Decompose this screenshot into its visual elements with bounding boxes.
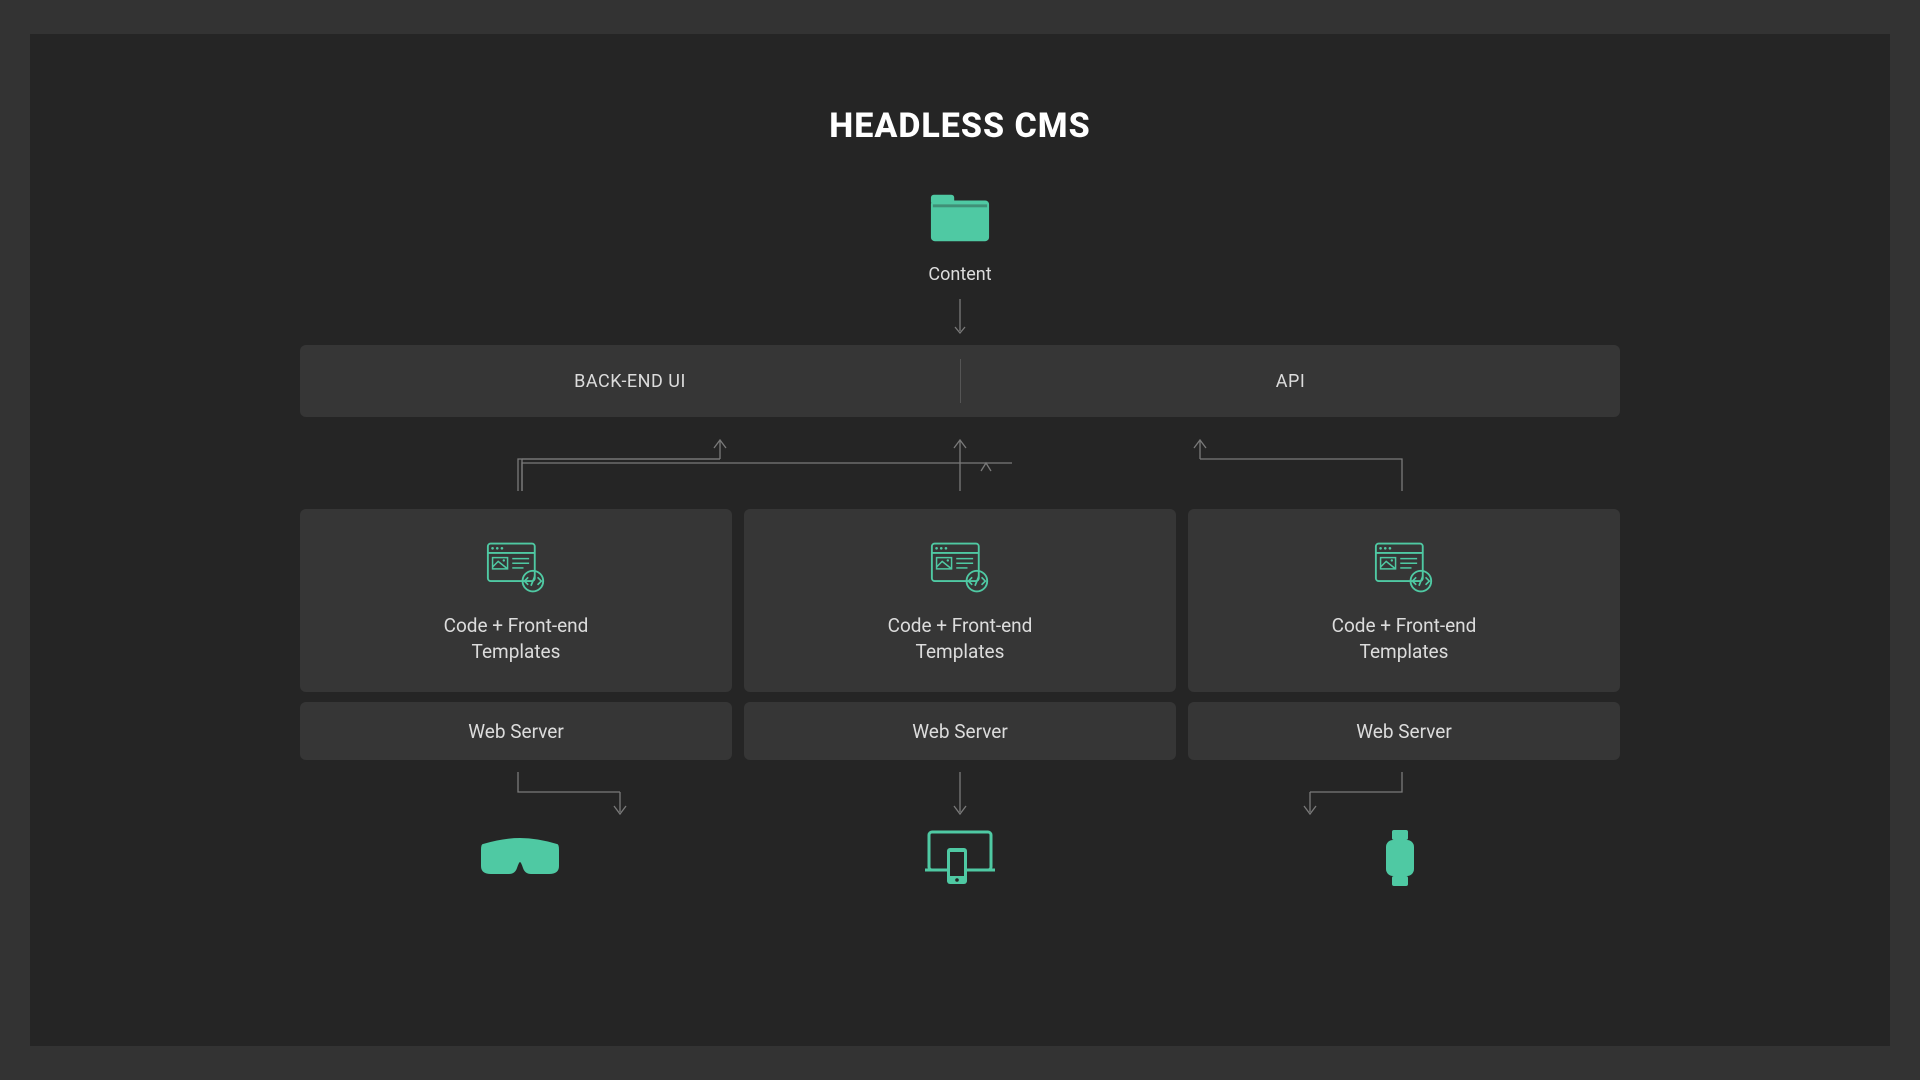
webserver-3: Web Server	[1188, 702, 1620, 760]
template-card-3: Code + Front-end Templates	[1188, 509, 1620, 692]
webserver-1: Web Server	[300, 702, 732, 760]
template-code-icon	[486, 541, 546, 593]
arrow-content-to-backend	[953, 299, 967, 339]
folder-icon	[929, 188, 991, 244]
template-card-3-label: Code + Front-end Templates	[1332, 613, 1477, 664]
device-row	[300, 828, 1620, 888]
template-card-2: Code + Front-end Templates	[744, 509, 1176, 692]
backend-ui-label: BACK-END UI	[300, 371, 960, 392]
template-card-1-label: Code + Front-end Templates	[444, 613, 589, 664]
card-2-line2: Templates	[916, 640, 1005, 663]
diagram-title: HEADLESS CMS	[829, 106, 1090, 146]
template-code-icon	[1374, 541, 1434, 593]
diagram-canvas: HEADLESS CMS Content BACK-END UI API	[30, 34, 1890, 1046]
arrows-webserver-to-devices	[300, 772, 1620, 818]
arrows-templates-to-backend	[300, 435, 1620, 491]
card-3-line1: Code + Front-end	[1332, 614, 1477, 637]
backend-api-label: API	[961, 371, 1620, 392]
card-1-line1: Code + Front-end	[444, 614, 589, 637]
vr-headset-icon	[477, 836, 563, 880]
template-card-2-label: Code + Front-end Templates	[888, 613, 1033, 664]
smartwatch-icon	[1382, 830, 1418, 886]
template-card-1: Code + Front-end Templates	[300, 509, 732, 692]
webserver-row: Web Server Web Server Web Server	[300, 702, 1620, 760]
desktop-mobile-icon	[923, 828, 997, 888]
device-vr-cell	[300, 828, 740, 888]
template-cards-row: Code + Front-end Templates Co	[300, 509, 1620, 692]
content-label: Content	[928, 264, 991, 285]
device-watch-cell	[1180, 828, 1620, 888]
backend-bar: BACK-END UI API	[300, 345, 1620, 417]
card-2-line1: Code + Front-end	[888, 614, 1033, 637]
device-desktop-mobile-cell	[740, 828, 1180, 888]
content-node: Content	[928, 188, 991, 339]
template-code-icon	[930, 541, 990, 593]
webserver-2: Web Server	[744, 702, 1176, 760]
card-3-line2: Templates	[1360, 640, 1449, 663]
card-1-line2: Templates	[472, 640, 561, 663]
